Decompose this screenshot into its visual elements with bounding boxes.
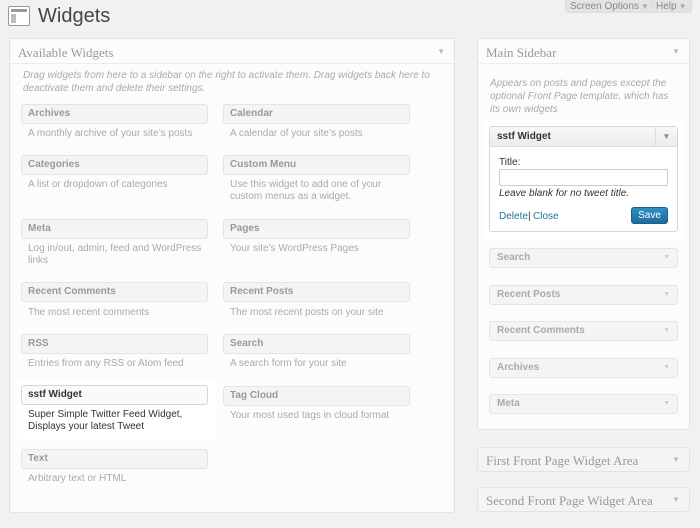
title-hint: Leave blank for no tweet title. (499, 188, 630, 199)
help-label: Help (656, 1, 677, 12)
sidebar-widget-search[interactable]: Search ▼ (489, 248, 678, 268)
delete-link[interactable]: Delete (499, 211, 528, 222)
divider (478, 63, 689, 64)
widget-search-desc: A search form for your site (230, 358, 347, 369)
screen-options-button[interactable]: Screen Options ▼ (565, 0, 654, 13)
available-widgets-description: Drag widgets from here to a sidebar on t… (23, 70, 430, 94)
title-input[interactable] (499, 169, 668, 186)
available-widgets-title: Available Widgets (18, 45, 114, 60)
sidebar-widget-label: Meta (497, 398, 520, 409)
chevron-down-icon[interactable]: ▼ (672, 47, 680, 56)
page-title: Widgets (38, 5, 111, 27)
chevron-down-icon[interactable]: ▼ (672, 495, 680, 504)
save-button[interactable]: Save (631, 207, 668, 224)
sidebar-widget-label: Archives (497, 362, 540, 373)
widget-categories[interactable]: Categories (21, 155, 208, 175)
widget-rss-desc: Entries from any RSS or Atom feed (28, 358, 184, 369)
widget-area-title: First Front Page Widget Area (486, 453, 639, 468)
chevron-down-icon: ▼ (640, 2, 649, 11)
widget-tag-cloud[interactable]: Tag Cloud (223, 386, 410, 406)
chevron-down-icon[interactable]: ▼ (437, 47, 445, 56)
title-label: Title: (499, 157, 521, 168)
widget-recent-posts[interactable]: Recent Posts (223, 282, 410, 302)
widget-sstf[interactable]: sstf Widget (21, 385, 208, 405)
widget-search[interactable]: Search (223, 334, 410, 354)
chevron-down-icon[interactable]: ▼ (663, 249, 670, 267)
sidebar-widget-recent-comments[interactable]: Recent Comments ▼ (489, 321, 678, 341)
widget-calendar-desc: A calendar of your site’s posts (230, 128, 363, 139)
link-separator: | (528, 211, 531, 222)
chevron-down-icon[interactable]: ▼ (655, 127, 677, 147)
widget-text[interactable]: Text (21, 449, 208, 469)
sidebar-widget-label: Recent Comments (497, 325, 585, 336)
widget-recent-posts-desc: The most recent posts on your site (230, 307, 384, 318)
widget-archives-desc: A monthly archive of your site’s posts (28, 128, 193, 139)
main-sidebar-description: Appears on posts and pages except the op… (490, 78, 669, 115)
divider (10, 63, 454, 64)
widget-pages-desc: Your site’s WordPress Pages (230, 243, 359, 254)
sstf-widget-expanded: sstf Widget ▼ Title: Leave blank for no … (489, 126, 678, 232)
widget-custom-menu-desc: Use this widget to add one of your custo… (230, 179, 382, 202)
widget-recent-comments-desc: The most recent comments (28, 307, 150, 318)
widget-tag-cloud-desc: Your most used tags in cloud format (230, 410, 390, 421)
chevron-down-icon: ▼ (678, 2, 687, 11)
widget-area-title: Second Front Page Widget Area (486, 493, 653, 508)
sstf-widget-header[interactable]: sstf Widget (490, 127, 677, 147)
sidebar-widget-meta[interactable]: Meta ▼ (489, 394, 678, 414)
main-sidebar-title: Main Sidebar (486, 45, 557, 60)
widget-meta-desc: Log in/out, admin, feed and WordPress li… (28, 243, 202, 266)
sidebar-widget-label: Recent Posts (497, 289, 561, 300)
widget-text-desc: Arbitrary text or HTML (28, 473, 127, 484)
sidebar-widget-label: Search (497, 252, 531, 263)
widget-rss[interactable]: RSS (21, 334, 208, 354)
chevron-down-icon[interactable]: ▼ (663, 395, 670, 413)
second-front-page-widget-area[interactable]: Second Front Page Widget Area ▼ (477, 487, 690, 512)
widget-recent-comments[interactable]: Recent Comments (21, 282, 208, 302)
widget-categories-desc: A list or dropdown of categories (28, 179, 168, 190)
chevron-down-icon[interactable]: ▼ (672, 455, 680, 464)
first-front-page-widget-area[interactable]: First Front Page Widget Area ▼ (477, 447, 690, 472)
help-button[interactable]: Help ▼ (651, 0, 692, 13)
widgets-page-icon (8, 6, 30, 26)
sidebar-widget-recent-posts[interactable]: Recent Posts ▼ (489, 285, 678, 305)
widget-sstf-desc: Super Simple Twitter Feed Widget, Displa… (28, 409, 183, 432)
sidebar-widget-archives[interactable]: Archives ▼ (489, 358, 678, 378)
chevron-down-icon[interactable]: ▼ (663, 322, 670, 340)
sstf-widget-title: sstf Widget (497, 131, 551, 142)
widget-archives[interactable]: Archives (21, 104, 208, 124)
widget-calendar[interactable]: Calendar (223, 104, 410, 124)
widget-pages[interactable]: Pages (223, 219, 410, 239)
chevron-down-icon[interactable]: ▼ (663, 359, 670, 377)
screen-options-label: Screen Options (570, 1, 639, 12)
chevron-down-icon[interactable]: ▼ (663, 286, 670, 304)
widget-custom-menu[interactable]: Custom Menu (223, 155, 410, 175)
close-link[interactable]: Close (533, 211, 559, 222)
widget-meta[interactable]: Meta (21, 219, 208, 239)
